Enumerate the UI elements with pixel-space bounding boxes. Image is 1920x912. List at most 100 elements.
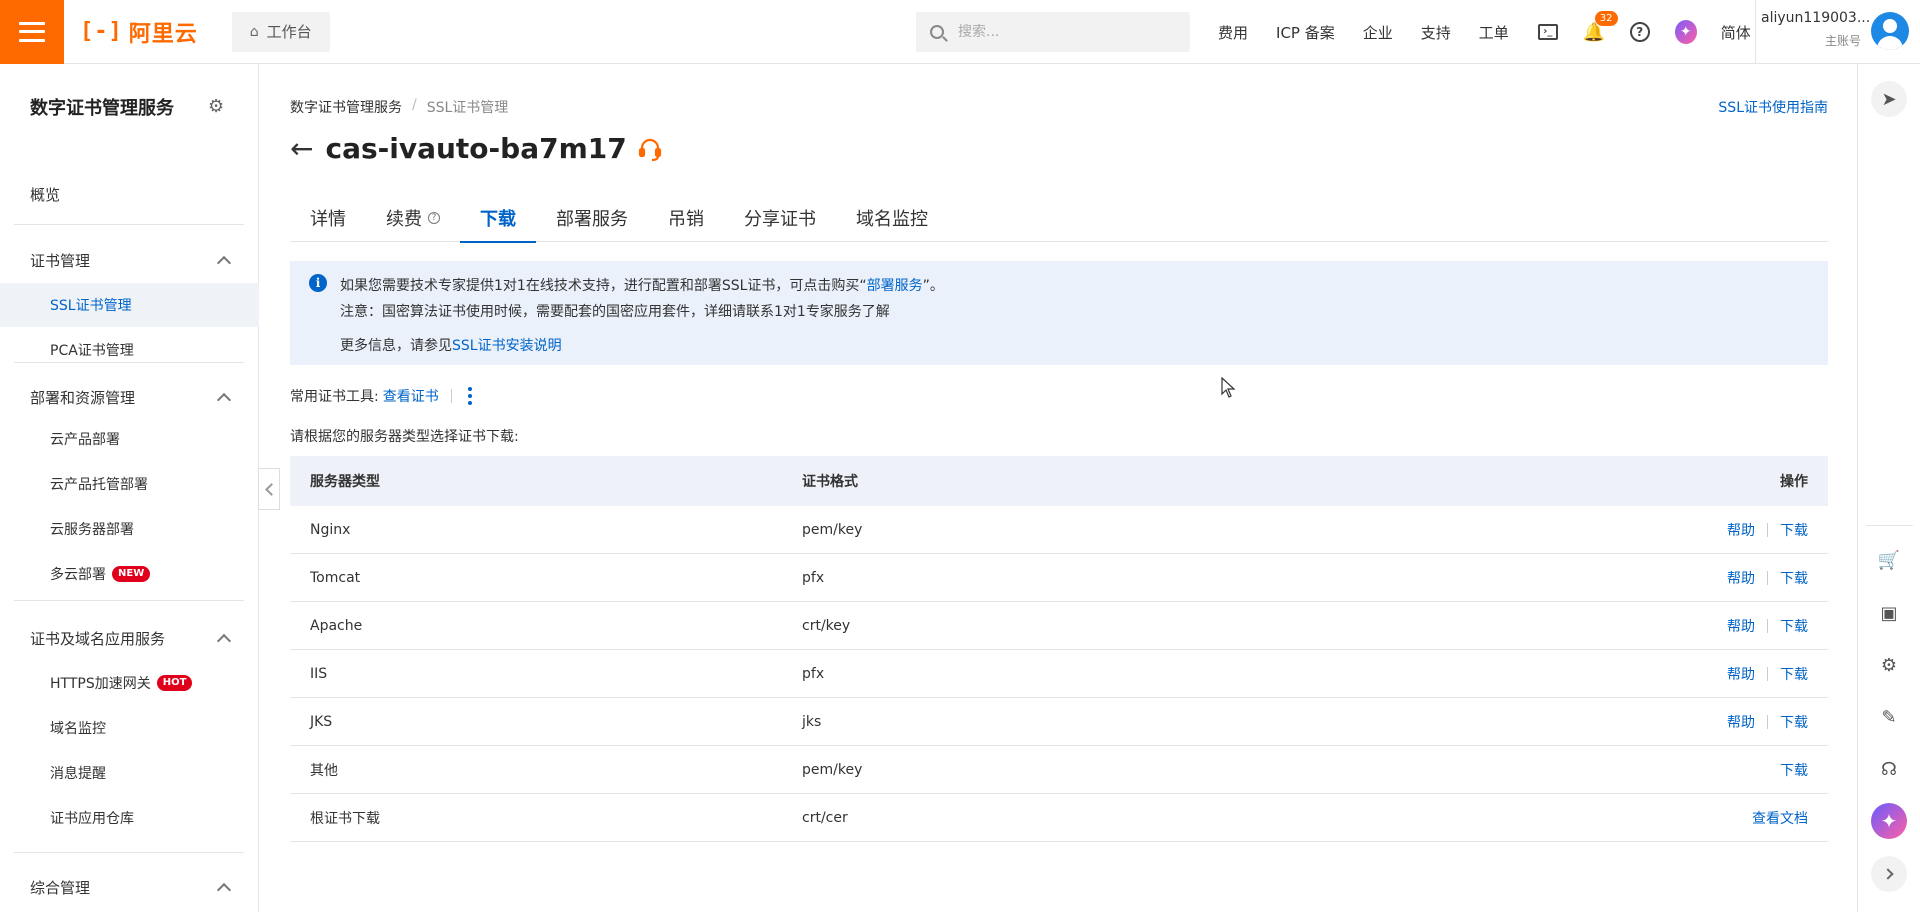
header-cert-format: 证书格式 <box>802 474 858 490</box>
sidebar-item-notifications[interactable]: 消息提醒 <box>0 751 259 795</box>
question-icon: ? <box>428 212 440 224</box>
download-link[interactable]: 下载 <box>1780 712 1808 732</box>
tab-download[interactable]: 下载 <box>460 194 536 243</box>
table-row: IIS pfx 帮助 下载 <box>290 650 1828 698</box>
edit-icon[interactable]: ✎ <box>1871 699 1907 735</box>
divider <box>1767 666 1768 681</box>
cell-actions: 帮助 下载 <box>1302 712 1828 732</box>
view-doc-link[interactable]: 查看文档 <box>1752 808 1808 828</box>
divider <box>1767 618 1768 633</box>
sidebar-group-general[interactable]: 综合管理 <box>0 865 259 909</box>
sidebar-item-cert-repo[interactable]: 证书应用仓库 <box>0 796 259 840</box>
nav-support[interactable]: 支持 <box>1421 22 1451 43</box>
notification-button[interactable]: 🔔 32 <box>1583 11 1618 43</box>
breadcrumb-root[interactable]: 数字证书管理服务 <box>290 97 402 117</box>
table-row: Apache crt/key 帮助 下载 <box>290 602 1828 650</box>
menu-button[interactable] <box>0 0 64 64</box>
tab-revoke[interactable]: 吊销 <box>648 194 724 242</box>
sidebar-item-label: 多云部署 <box>50 567 106 583</box>
account-name: aliyun119003... <box>1761 10 1871 26</box>
download-link[interactable]: 下载 <box>1780 760 1808 780</box>
table-header: 服务器类型 证书格式 操作 <box>290 456 1828 506</box>
chevron-right-button[interactable] <box>1871 856 1907 892</box>
tab-details[interactable]: 详情 <box>290 194 366 242</box>
terminal-icon[interactable]: ›_ <box>1537 21 1559 43</box>
search-icon <box>930 25 944 39</box>
deploy-service-link[interactable]: 部署服务 <box>867 278 923 294</box>
help-link[interactable]: 帮助 <box>1727 568 1755 588</box>
avatar[interactable] <box>1871 12 1909 50</box>
download-link[interactable]: 下载 <box>1780 664 1808 684</box>
cell-format: pem/key <box>802 761 863 778</box>
sidebar-group-label: 证书及域名应用服务 <box>30 629 166 648</box>
chevron-up-icon <box>216 392 232 408</box>
download-link[interactable]: 下载 <box>1780 520 1808 540</box>
nav-icp[interactable]: ICP 备案 <box>1276 22 1335 43</box>
new-badge: NEW <box>112 566 151 582</box>
sidebar-group-deploy[interactable]: 部署和资源管理 <box>0 375 259 419</box>
aliyun-logo-mark: [-] <box>80 19 123 44</box>
cell-actions: 帮助 下载 <box>1302 520 1828 540</box>
sidebar-collapse-button[interactable] <box>258 468 280 510</box>
sidebar-group-app-services[interactable]: 证书及域名应用服务 <box>0 616 259 660</box>
nav-fees[interactable]: 费用 <box>1218 22 1248 43</box>
nav-ticket[interactable]: 工单 <box>1479 22 1509 43</box>
document-icon[interactable]: ▣ <box>1871 595 1907 631</box>
sidebar-divider <box>14 600 244 601</box>
chevron-up-icon <box>216 633 232 649</box>
help-link[interactable]: 帮助 <box>1727 712 1755 732</box>
sidebar-item-server-deploy[interactable]: 云服务器部署 <box>0 507 259 551</box>
help-icon[interactable]: ? <box>1629 21 1651 43</box>
install-guide-link[interactable]: SSL证书安装说明 <box>452 338 562 354</box>
headset-icon[interactable] <box>637 136 663 162</box>
aliyun-logo[interactable]: [-] 阿里云 <box>80 16 198 48</box>
table-row: Nginx pem/key 帮助 下载 <box>290 506 1828 554</box>
header-action: 操作 <box>1780 474 1808 490</box>
rail-divider <box>1866 525 1913 526</box>
breadcrumb-current[interactable]: SSL证书管理 <box>427 97 509 117</box>
download-link[interactable]: 下载 <box>1780 568 1808 588</box>
language-switch[interactable]: 简体 <box>1721 22 1751 43</box>
cart-icon[interactable]: 🛒 <box>1871 542 1907 578</box>
back-arrow-icon[interactable]: ← <box>290 134 313 163</box>
sidebar-item-ssl-cert[interactable]: SSL证书管理 <box>0 283 259 327</box>
tab-renew[interactable]: 续费 ? <box>366 194 460 242</box>
search-input[interactable] <box>958 24 1158 40</box>
sidebar-divider <box>14 362 244 363</box>
sidebar-group-cert-management[interactable]: 证书管理 <box>0 238 259 282</box>
search-box[interactable] <box>916 12 1190 52</box>
download-link[interactable]: 下载 <box>1780 616 1808 636</box>
headset-icon[interactable]: ☊ <box>1871 751 1907 787</box>
cell-actions: 下载 <box>1302 760 1828 780</box>
view-cert-link[interactable]: 查看证书 <box>383 386 439 406</box>
sidebar-item-pca-cert[interactable]: PCA证书管理 <box>0 328 259 372</box>
gear-icon[interactable]: ⚙ <box>208 96 228 117</box>
settings-icon[interactable]: ⚙ <box>1871 647 1907 683</box>
pin-icon[interactable]: ➤ <box>1871 81 1907 117</box>
sidebar-item-managed-deploy[interactable]: 云产品托管部署 <box>0 462 259 506</box>
sidebar-item-cloud-deploy[interactable]: 云产品部署 <box>0 417 259 461</box>
more-options-icon[interactable] <box>464 387 476 405</box>
sidebar-item-multicloud-deploy[interactable]: 多云部署 NEW <box>0 552 259 596</box>
tab-domain-monitor[interactable]: 域名监控 <box>836 194 948 242</box>
sidebar-divider <box>14 224 244 225</box>
cell-format: jks <box>802 713 822 730</box>
nav-enterprise[interactable]: 企业 <box>1363 22 1393 43</box>
help-link[interactable]: 帮助 <box>1727 520 1755 540</box>
ssl-guide-link[interactable]: SSL证书使用指南 <box>1718 97 1828 117</box>
ai-assistant-icon[interactable]: ✦ <box>1871 803 1907 839</box>
ai-assistant-icon[interactable]: ✦ <box>1674 20 1697 44</box>
tab-deploy-service[interactable]: 部署服务 <box>536 194 648 242</box>
help-link[interactable]: 帮助 <box>1727 664 1755 684</box>
help-link[interactable]: 帮助 <box>1727 616 1755 636</box>
tab-share-cert[interactable]: 分享证书 <box>724 194 836 242</box>
cell-server: IIS <box>310 665 328 682</box>
sidebar-item-https-gateway[interactable]: HTTPS加速网关 HOT <box>0 661 259 705</box>
account-info[interactable]: aliyun119003... 主账号 <box>1761 10 1871 49</box>
sidebar-item-domain-monitor[interactable]: 域名监控 <box>0 706 259 750</box>
account-role: 主账号 <box>1824 34 1861 48</box>
info-icon: i <box>309 274 327 292</box>
workbench-button[interactable]: ⌂ 工作台 <box>231 11 330 52</box>
sidebar-item-overview[interactable]: 概览 <box>0 172 259 216</box>
cell-actions: 帮助 下载 <box>1302 616 1828 636</box>
